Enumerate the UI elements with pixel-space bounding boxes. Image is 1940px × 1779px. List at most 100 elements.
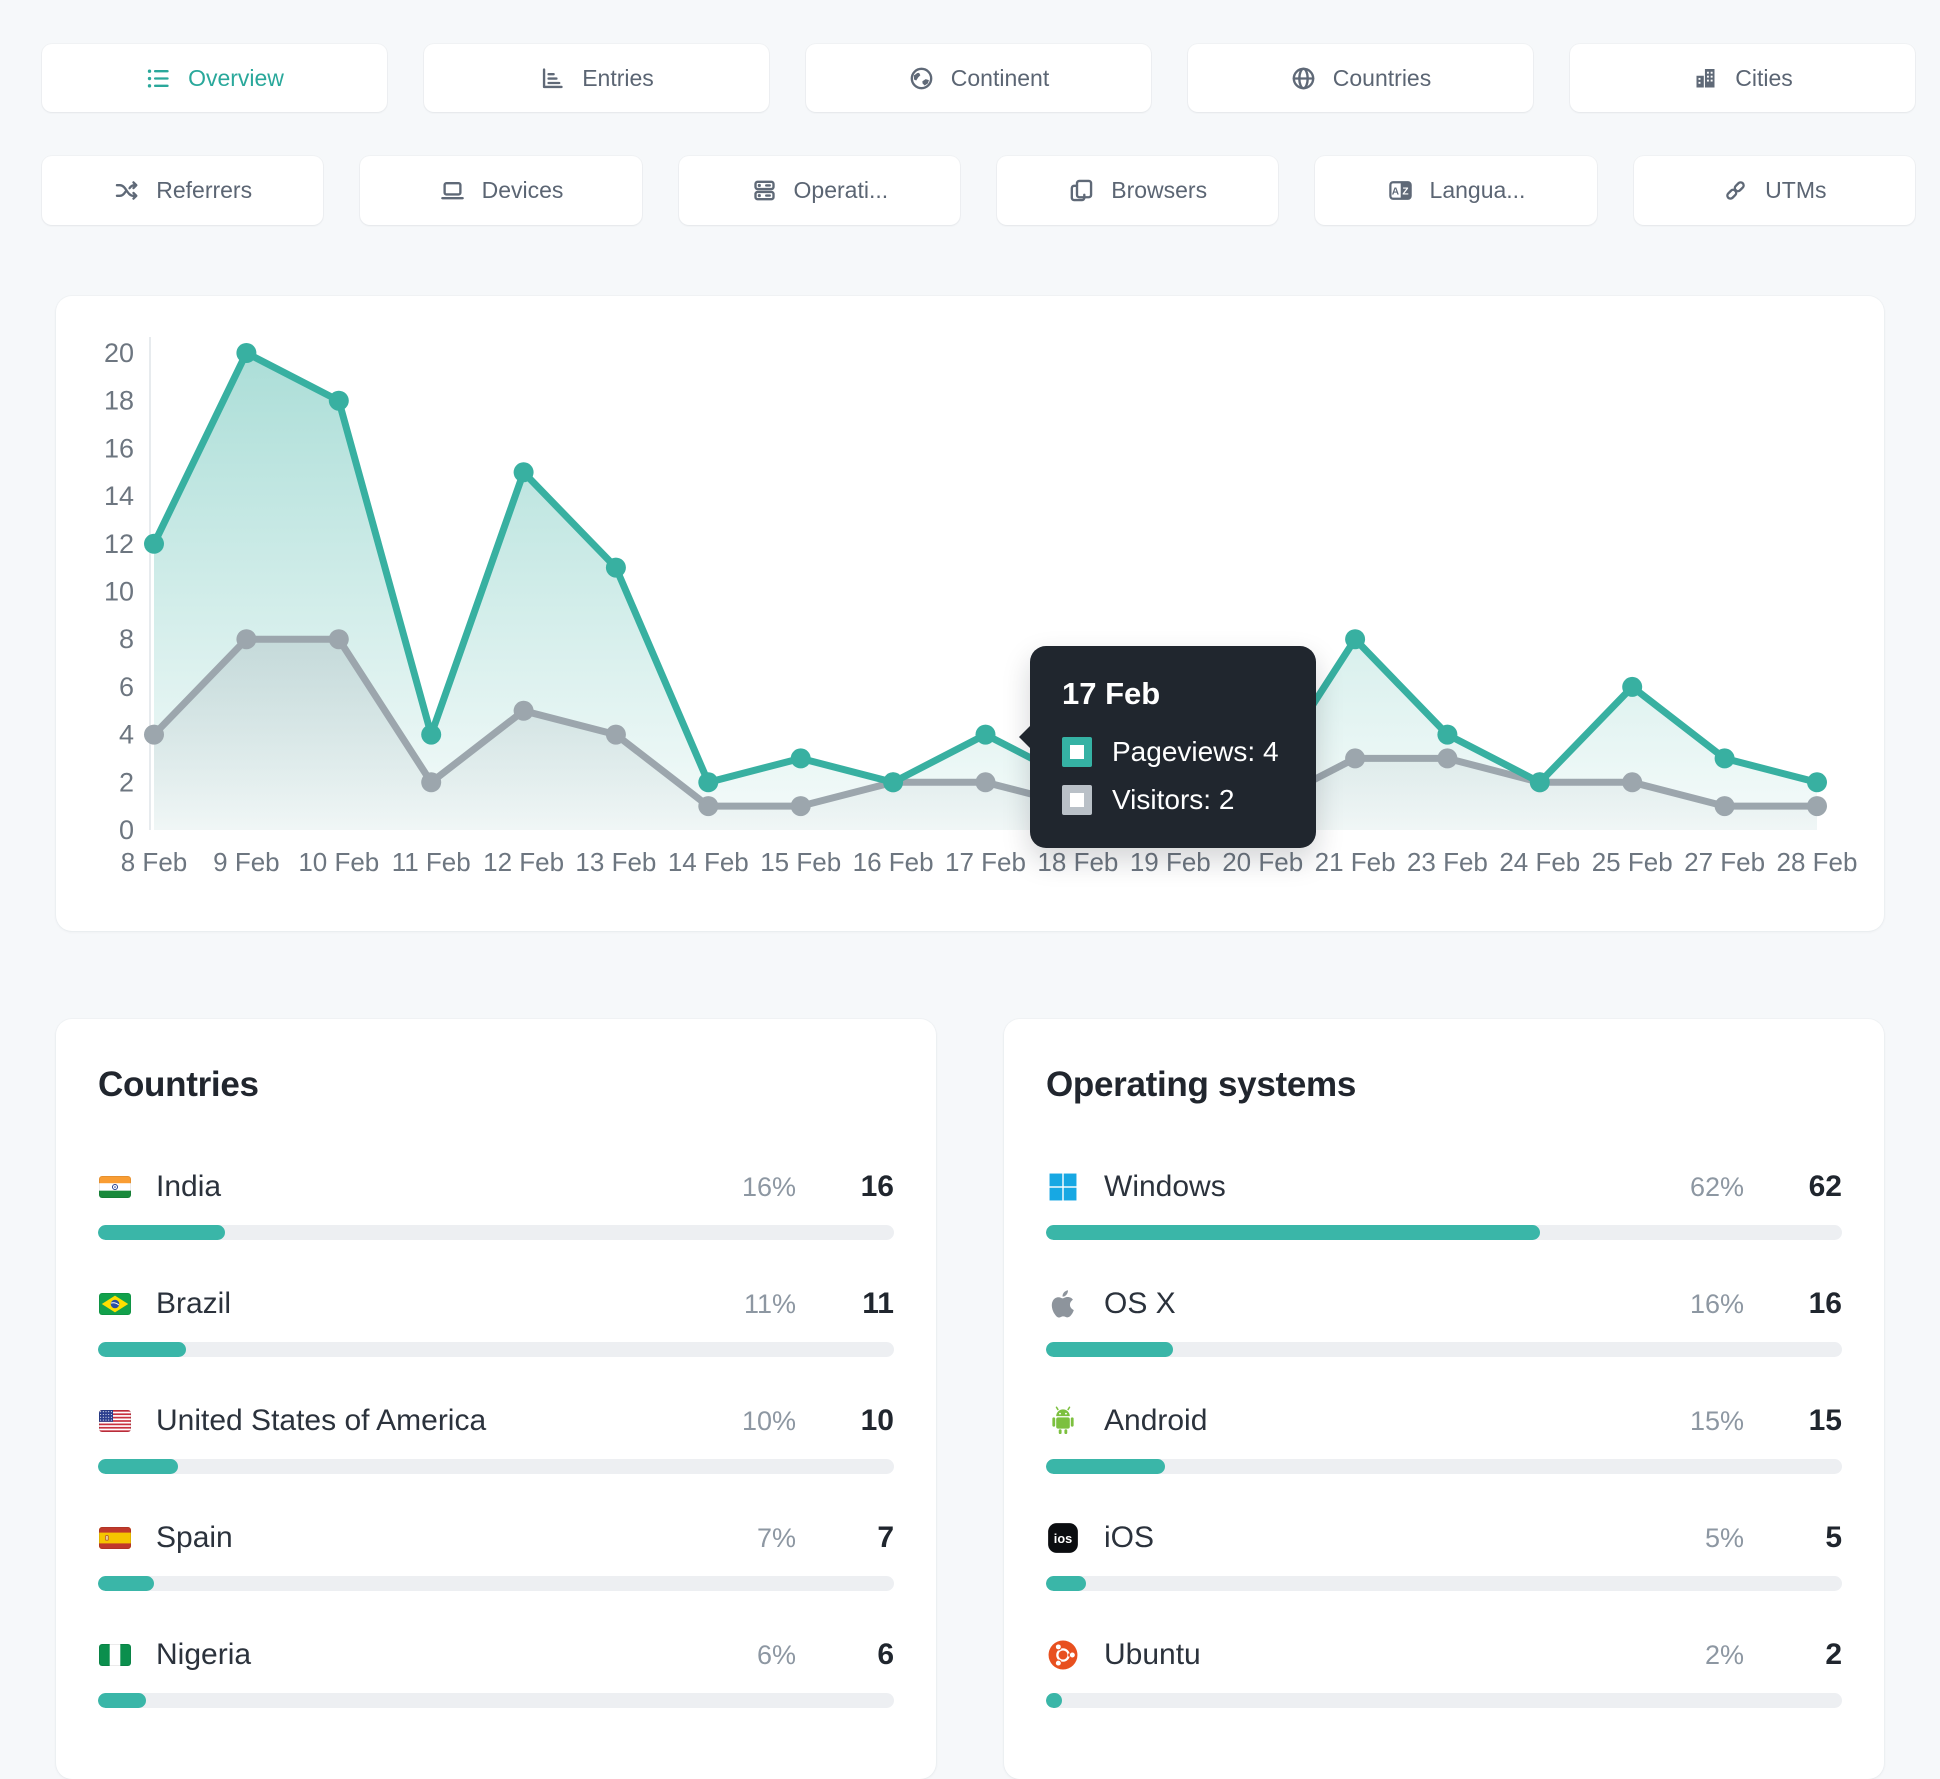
stat-row-nigeria[interactable]: Nigeria 6% 6: [98, 1635, 894, 1708]
tab-label: Overview: [188, 64, 284, 91]
stat-bar-fill: [98, 1225, 226, 1240]
flag-usa-icon: [98, 1404, 132, 1438]
stat-bar-fill: [1046, 1576, 1086, 1591]
stat-count: 15: [1808, 1404, 1842, 1437]
stat-row-brazil[interactable]: Brazil 11% 11: [98, 1284, 894, 1357]
stat-label: OS X: [1104, 1287, 1176, 1320]
tab-browsers[interactable]: Browsers: [997, 156, 1279, 225]
panel-title: Operating systems: [1046, 1065, 1357, 1104]
city-icon: [1692, 65, 1719, 92]
stat-bar: [1046, 1576, 1842, 1591]
tab-entries[interactable]: Entries: [424, 44, 769, 112]
ubuntu-icon: [1046, 1638, 1080, 1672]
tab-label: Browsers: [1111, 177, 1208, 203]
tab-label: Continent: [950, 64, 1050, 91]
stat-row-ios[interactable]: ios iOS 5% 5: [1046, 1518, 1842, 1591]
chart-tooltip: 17 Feb Pageviews: 4 Visitors: 2: [1019, 646, 1316, 848]
svg-text:20 Feb: 20 Feb: [1222, 847, 1303, 877]
flag-spain-icon: [98, 1521, 132, 1555]
entries-icon: [539, 65, 566, 92]
svg-text:Z: Z: [1402, 187, 1408, 198]
stat-percent: 16%: [1689, 1288, 1744, 1319]
stat-bar: [1046, 1459, 1842, 1474]
stat-row-india[interactable]: India 16% 16: [98, 1167, 894, 1240]
windows-icon: [1046, 1170, 1080, 1204]
stat-percent: 10%: [741, 1405, 796, 1436]
stat-percent: 6%: [756, 1639, 796, 1670]
stat-bar: [1046, 1693, 1842, 1708]
tab-langua[interactable]: A Z Langua...: [1315, 156, 1597, 225]
tab-operati[interactable]: Operati...: [678, 156, 960, 225]
stat-row-android[interactable]: Android 15% 15: [1046, 1401, 1842, 1474]
stat-percent: 7%: [756, 1522, 796, 1553]
stat-bar-fill: [1046, 1225, 1540, 1240]
browser-icon: [1068, 177, 1095, 204]
stat-bar: [98, 1693, 894, 1708]
stat-bar-fill: [98, 1342, 186, 1357]
stat-bar-fill: [1046, 1693, 1062, 1708]
svg-text:27 Feb: 27 Feb: [1684, 847, 1765, 877]
globe-icon: [1290, 65, 1317, 92]
tab-cities[interactable]: Cities: [1570, 44, 1915, 112]
tab-referrers[interactable]: Referrers: [42, 156, 324, 225]
stat-row-head: Android 15% 15: [1046, 1401, 1842, 1441]
svg-text:24 Feb: 24 Feb: [1499, 847, 1580, 877]
svg-text:A: A: [1391, 187, 1399, 198]
tab-countries[interactable]: Countries: [1188, 44, 1533, 112]
stat-row-os-x[interactable]: OS X 16% 16: [1046, 1284, 1842, 1357]
stat-row-head: Spain 7% 7: [98, 1518, 894, 1558]
stat-bar-fill: [1046, 1459, 1166, 1474]
svg-text:4: 4: [119, 720, 134, 750]
tab-label: Devices: [481, 177, 564, 203]
tab-continent[interactable]: Continent: [806, 44, 1151, 112]
svg-text:20: 20: [104, 338, 134, 368]
stat-count: 62: [1808, 1170, 1842, 1203]
svg-text:15 Feb: 15 Feb: [760, 847, 841, 877]
stat-bar: [98, 1342, 894, 1357]
tooltip-row-visitors: Visitors: 2: [1062, 784, 1284, 816]
stat-percent: 11%: [743, 1288, 796, 1319]
stat-row-spain[interactable]: Spain 7% 7: [98, 1518, 894, 1591]
tab-label: Entries: [582, 64, 654, 91]
stat-row-windows[interactable]: Windows 62% 62: [1046, 1167, 1842, 1240]
visitors-swatch-icon: [1062, 785, 1092, 815]
stat-bar: [1046, 1225, 1842, 1240]
tooltip-date: 17 Feb: [1062, 676, 1161, 711]
svg-text:ios: ios: [1054, 1531, 1072, 1546]
stat-count: 6: [877, 1638, 894, 1671]
flag-india-icon: [98, 1170, 132, 1204]
svg-text:19 Feb: 19 Feb: [1130, 847, 1211, 877]
svg-text:8: 8: [119, 624, 134, 654]
traffic-line-chart[interactable]: 0 2 4 6 8 10 12 14 16 18 20 8 Feb 9 Feb 10 Feb 11 Feb 1…: [56, 296, 1884, 931]
stat-percent: 2%: [1704, 1639, 1744, 1670]
pageviews-swatch-icon: [1062, 737, 1092, 767]
tabs-row-primary: Overview Entries Continent Countries Cities: [42, 44, 1915, 112]
flag-nigeria-icon: [98, 1638, 132, 1672]
svg-text:28 Feb: 28 Feb: [1777, 847, 1858, 877]
stat-label: Windows: [1104, 1170, 1226, 1203]
tooltip-value: Pageviews: 4: [1112, 736, 1279, 767]
stat-row-head: Windows 62% 62: [1046, 1167, 1842, 1207]
tab-devices[interactable]: Devices: [360, 156, 642, 225]
stat-label: Spain: [156, 1521, 233, 1554]
svg-text:21 Feb: 21 Feb: [1315, 847, 1396, 877]
svg-text:13 Feb: 13 Feb: [575, 847, 656, 877]
panel-countries: Countries India 16% 16 Brazil 11% 11 United Sta…: [56, 1019, 936, 1779]
stat-count: 2: [1825, 1638, 1842, 1671]
stat-row-ubuntu[interactable]: Ubuntu 2% 2: [1046, 1635, 1842, 1708]
svg-text:0: 0: [119, 815, 134, 845]
stat-row-head: United States of America 10% 10: [98, 1401, 894, 1441]
tab-label: UTMs: [1765, 177, 1827, 203]
svg-text:23 Feb: 23 Feb: [1407, 847, 1488, 877]
tab-label: Operati...: [793, 177, 889, 203]
tab-utms[interactable]: UTMs: [1633, 156, 1915, 225]
tab-overview[interactable]: Overview: [42, 44, 387, 112]
stat-bar-fill: [98, 1459, 178, 1474]
svg-text:10: 10: [104, 577, 134, 607]
stat-row-head: ios iOS 5% 5: [1046, 1518, 1842, 1558]
stat-bar-fill: [98, 1576, 154, 1591]
svg-text:2: 2: [119, 767, 134, 797]
stat-row-united-states-of-america[interactable]: United States of America 10% 10: [98, 1401, 894, 1474]
flag-brazil-icon: [98, 1287, 132, 1321]
laptop-icon: [439, 177, 466, 204]
